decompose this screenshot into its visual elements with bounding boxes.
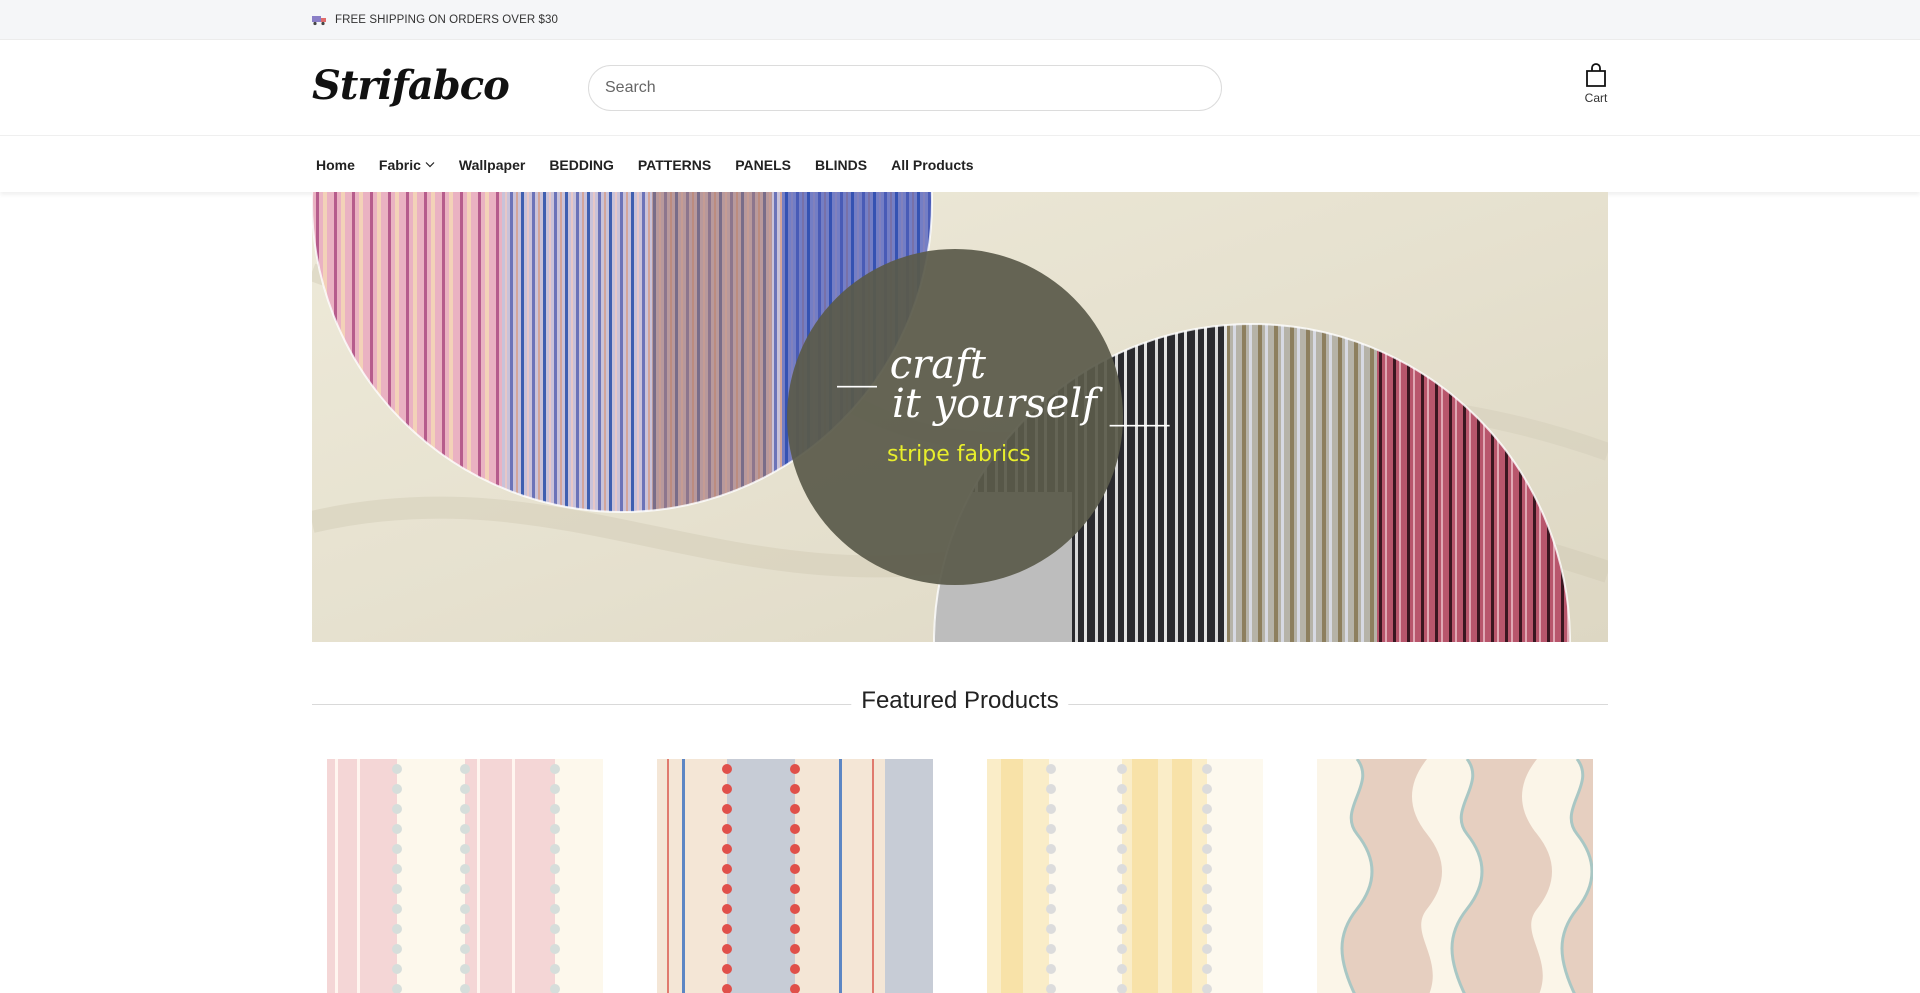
- nav-item-fabric[interactable]: Fabric: [379, 157, 435, 173]
- product-grid: [312, 759, 1608, 993]
- nav-item-label: PANELS: [735, 156, 791, 173]
- product-card[interactable]: [987, 759, 1263, 993]
- nav-item-label: All Products: [891, 156, 974, 173]
- nav-item-label: Fabric: [378, 156, 421, 173]
- product-card[interactable]: [327, 759, 603, 993]
- hero-banner[interactable]: __ craft it yourself ___ stripe fabrics: [312, 192, 1608, 642]
- announcement-text: FREE SHIPPING ON ORDERS OVER $30: [335, 14, 559, 26]
- nav-item-label: BLINDS: [815, 156, 868, 173]
- nav-item-patterns[interactable]: PATTERNS: [638, 157, 711, 173]
- main-nav: Home Fabric Wallpaper BEDDING PATTERNS P…: [0, 135, 1920, 192]
- product-card[interactable]: [1317, 759, 1593, 993]
- announcement-bar: FREE SHIPPING ON ORDERS OVER $30: [0, 0, 1920, 40]
- cart-button[interactable]: Cart: [1580, 62, 1612, 105]
- site-header: Strifabco Cart: [0, 40, 1920, 135]
- hero-image: [312, 192, 1608, 642]
- featured-products-section: Featured Products: [312, 680, 1608, 730]
- nav-item-label: Home: [316, 156, 355, 173]
- site-logo[interactable]: Strifabco: [312, 62, 510, 109]
- chevron-down-icon: [425, 162, 435, 168]
- nav-item-label: Wallpaper: [458, 156, 526, 173]
- nav-item-wallpaper[interactable]: Wallpaper: [459, 157, 525, 173]
- search-box[interactable]: [588, 65, 1222, 111]
- nav-item-bedding[interactable]: BEDDING: [549, 157, 614, 173]
- nav-item-all-products[interactable]: All Products: [891, 157, 973, 173]
- nav-item-label: PATTERNS: [637, 156, 712, 173]
- search-input[interactable]: [589, 66, 1221, 110]
- nav-item-home[interactable]: Home: [316, 157, 355, 173]
- shopping-bag-icon: [1586, 63, 1606, 87]
- truck-icon: [312, 16, 326, 26]
- nav-item-blinds[interactable]: BLINDS: [815, 157, 867, 173]
- product-image: [657, 759, 933, 993]
- nav-item-panels[interactable]: PANELS: [735, 157, 791, 173]
- product-image: [987, 759, 1263, 993]
- nav-item-label: BEDDING: [549, 156, 614, 173]
- product-image: [327, 759, 603, 993]
- product-image: [1317, 759, 1593, 993]
- product-card[interactable]: [657, 759, 933, 993]
- cart-label: Cart: [1584, 91, 1608, 105]
- featured-products-title: Featured Products: [851, 687, 1069, 715]
